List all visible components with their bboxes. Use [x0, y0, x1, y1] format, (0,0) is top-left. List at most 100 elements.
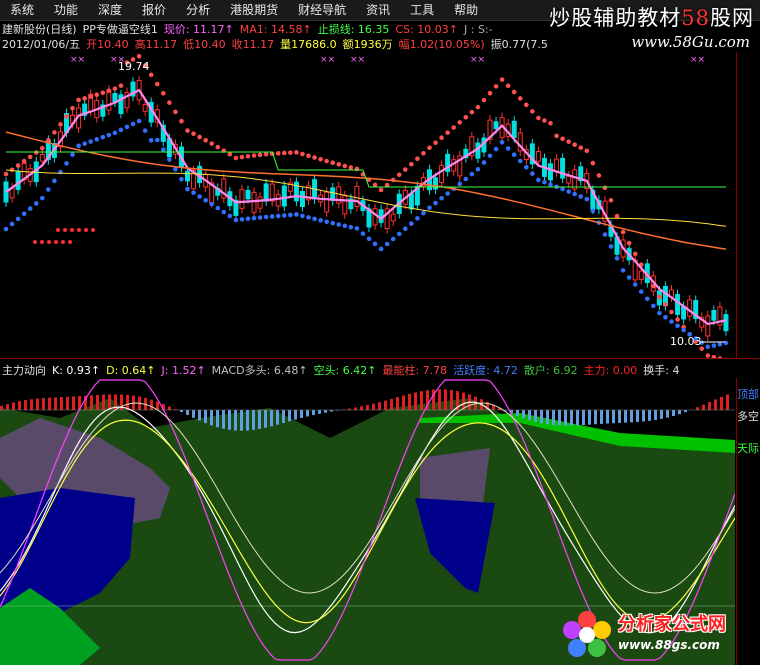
upper-band-dot: [481, 97, 487, 103]
upper-band-dot: [173, 109, 178, 115]
info2-field-6: 额1936万: [342, 38, 393, 51]
lower-band-dot: [632, 282, 638, 287]
macd-bar: [204, 410, 207, 424]
lower-band-dot: [185, 186, 190, 192]
lower-band-dot: [94, 137, 100, 142]
lower-band-dot: [421, 210, 426, 216]
lower-band-dot: [409, 221, 414, 226]
lower-band-dot: [27, 206, 33, 211]
lower-band-dot: [481, 160, 487, 165]
macd-bar: [288, 410, 291, 422]
upper-band-dot: [312, 155, 317, 160]
menu-item-1[interactable]: 功能: [44, 0, 88, 20]
upper-band-dot: [9, 167, 15, 173]
lower-band-dot: [475, 166, 481, 172]
macd-bar: [180, 410, 183, 413]
indicator-field-4: MACD多头: 6.48↑: [211, 364, 308, 377]
upper-band-dot: [336, 162, 342, 167]
upper-band-dot: [106, 88, 112, 94]
macd-bar: [60, 397, 63, 410]
lower-band-dot: [118, 127, 124, 133]
menu-item-3[interactable]: 报价: [132, 0, 176, 20]
low-annotation: 10.03: [670, 335, 702, 348]
macd-bar: [660, 410, 663, 419]
macd-bar: [18, 401, 21, 410]
macd-bar: [264, 410, 267, 428]
event-marker: ××: [470, 55, 485, 65]
macd-bar: [726, 394, 729, 410]
upper-band-dot: [300, 151, 305, 157]
upper-band-dot: [469, 109, 475, 115]
upper-band-dot: [203, 137, 208, 143]
lower-band-dot: [227, 213, 233, 219]
lower-band-dot: [457, 181, 463, 187]
watermark-url: www.88gs.com: [618, 638, 720, 652]
indicator-field-8: 散户: 6.92: [523, 364, 578, 377]
upper-band-dot: [487, 90, 493, 96]
lower-band-dot: [300, 213, 305, 219]
upper-band-dot: [396, 172, 402, 178]
event-marker: ××: [350, 55, 365, 65]
panel-divider: [0, 358, 760, 359]
upper-band-dot: [58, 122, 63, 127]
upper-band-dot: [403, 167, 408, 172]
macd-bar: [642, 410, 645, 422]
signal-dot: [68, 240, 72, 244]
upper-band-dot: [209, 141, 214, 146]
candle-body: [723, 314, 729, 332]
lower-band-dot: [463, 176, 469, 182]
lower-band-dot: [366, 236, 372, 242]
lower-band-dot: [275, 213, 281, 219]
upper-band-dot: [27, 154, 33, 160]
candle-body: [299, 190, 305, 208]
menu-item-0[interactable]: 系统: [0, 0, 44, 20]
macd-bar: [708, 402, 711, 410]
macd-bar: [312, 410, 315, 416]
menu-item-9[interactable]: 帮助: [444, 0, 488, 20]
lower-band-dot: [9, 221, 15, 227]
upper-band-dot: [427, 145, 432, 151]
menu-item-5[interactable]: 港股期货: [220, 0, 288, 20]
lower-band-dot: [572, 191, 577, 197]
macd-bar: [588, 410, 591, 425]
upper-band-dot: [657, 294, 662, 300]
upper-band-dot: [275, 151, 281, 156]
macd-bar: [96, 394, 99, 410]
menu-item-6[interactable]: 财经导航: [288, 0, 356, 20]
macd-bar: [636, 410, 639, 422]
info2-field-4: 收11.17: [231, 38, 275, 51]
price-chart[interactable]: 19.7410.03×× ×× ×× ×× ×× ××: [0, 52, 735, 358]
macd-bar: [150, 399, 153, 410]
candle-body: [548, 163, 553, 181]
watermark: 分析家公式网 www.88gs.com: [558, 606, 758, 664]
macd-bar: [534, 410, 537, 422]
lower-band-dot: [620, 268, 626, 273]
menu-item-8[interactable]: 工具: [400, 0, 444, 20]
macd-bar: [558, 410, 561, 426]
lower-band-dot: [487, 153, 493, 159]
menu-item-4[interactable]: 分析: [176, 0, 220, 20]
menu-item-2[interactable]: 深度: [88, 0, 132, 20]
macd-bar: [24, 400, 27, 410]
macd-bar: [54, 397, 57, 410]
candle-body: [106, 89, 112, 111]
upper-band-dot: [572, 142, 577, 147]
info1-field-1: PP专做逼空线1: [82, 23, 158, 36]
lower-band-dot: [469, 171, 475, 177]
upper-band-dot: [542, 118, 547, 123]
lower-band-dot: [161, 147, 166, 153]
signal-dot: [77, 228, 81, 232]
upper-band-dot: [227, 151, 233, 157]
macd-bar: [720, 396, 723, 410]
signal-dot: [54, 240, 58, 244]
lower-band-dot: [511, 152, 517, 158]
lower-band-dot: [372, 241, 378, 247]
menu-item-7[interactable]: 资讯: [356, 0, 400, 20]
lower-band-dot: [439, 195, 444, 201]
macd-bar: [12, 402, 15, 410]
macd-bar: [360, 406, 363, 410]
upper-band-dot: [94, 92, 100, 98]
signal-dot: [63, 228, 67, 232]
macd-bar: [618, 410, 621, 423]
macd-bar: [630, 410, 633, 423]
